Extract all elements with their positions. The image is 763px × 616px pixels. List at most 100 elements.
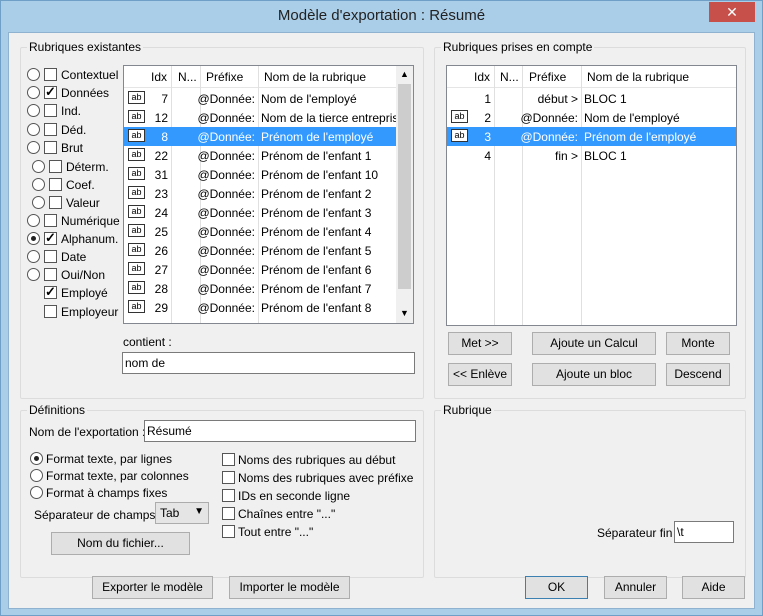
end-separator-input[interactable]: \t [674,521,734,543]
add-block-button[interactable]: Ajoute un bloc [532,363,656,386]
contains-input[interactable]: nom de [122,352,415,374]
selected-fields-list[interactable]: Idx N... Préfixe Nom de la rubrique 1 déb… [446,65,737,326]
option-checkbox[interactable] [222,525,235,538]
text-field-icon: ab [128,262,145,275]
col-idx[interactable]: Idx [474,70,490,84]
filter-radio-d-d[interactable] [27,123,40,136]
filter-label-donn-es: Données [61,86,110,100]
existing-fields-list[interactable]: Idx N... Préfixe Nom de la rubrique ab 7 @… [123,65,414,324]
add-field-button[interactable]: Met >> [448,332,512,355]
export-name-input[interactable]: Résumé [144,420,416,442]
table-row[interactable]: ab 3 @Donnée: Prénom de l'employé [447,127,736,146]
filter-checkbox-coef[interactable] [49,178,62,191]
row-name: Prénom de l'enfant 1 [261,149,372,163]
option-checkbox[interactable] [222,453,235,466]
row-idx: 22 [154,149,168,163]
ok-button[interactable]: OK [525,576,588,599]
col-name[interactable]: Nom de la rubrique [264,70,366,84]
help-button[interactable]: Aide [682,576,745,599]
filter-checkbox-d-term[interactable] [49,160,62,173]
row-prefix: @Donnée: [197,225,255,239]
table-row[interactable]: ab 22 @Donnée: Prénom de l'enfant 1 [124,146,396,165]
text-field-icon: ab [128,300,145,313]
move-up-button[interactable]: Monte [666,332,730,355]
filter-checkbox-num-rique[interactable] [44,214,57,227]
option-checkbox[interactable] [222,489,235,502]
table-row[interactable]: ab 8 @Donnée: Prénom de l'employé [124,127,396,146]
filter-radio-contextuel[interactable] [27,68,40,81]
table-row[interactable]: ab 28 @Donnée: Prénom de l'enfant 7 [124,279,396,298]
format-radio[interactable] [30,469,43,482]
dialog-client: Rubriques existantes Contextuel Données ✓ I… [8,32,755,609]
remove-field-button[interactable]: << Enlève [448,363,512,386]
row-name: BLOC 1 [584,149,627,163]
row-name: Prénom de l'enfant 8 [261,301,372,315]
table-row[interactable]: ab 23 @Donnée: Prénom de l'enfant 2 [124,184,396,203]
col-n[interactable]: N... [500,70,519,84]
existing-list-header: Idx N... Préfixe Nom de la rubrique [124,66,396,88]
filter-checkbox-oui-non[interactable] [44,268,57,281]
row-prefix: @Donnée: [197,92,255,106]
filter-checkbox-d-d[interactable] [44,123,57,136]
format-radio[interactable] [30,486,43,499]
export-template-button[interactable]: Exporter le modèle [92,576,213,599]
scroll-up-icon[interactable]: ▲ [400,69,409,79]
add-calculation-button[interactable]: Ajoute un Calcul [532,332,656,355]
filter-checkbox-contextuel[interactable] [44,68,57,81]
filter-checkbox-date[interactable] [44,250,57,263]
row-name: Prénom de l'enfant 5 [261,244,372,258]
filter-radio-ind[interactable] [27,104,40,117]
option-checkbox[interactable] [222,471,235,484]
row-prefix: @Donnée: [520,130,578,144]
text-field-icon: ab [128,224,145,237]
table-row[interactable]: ab 29 @Donnée: Prénom de l'enfant 8 [124,298,396,317]
import-template-button[interactable]: Importer le modèle [229,576,350,599]
chevron-down-icon: ▼ [194,506,204,517]
table-row[interactable]: ab 26 @Donnée: Prénom de l'enfant 5 [124,241,396,260]
table-row[interactable]: ab 7 @Donnée: Nom de l'employé [124,89,396,108]
field-separator-select[interactable]: Tab ▼ [155,502,209,524]
table-row[interactable]: 1 début > BLOC 1 [447,89,736,108]
row-idx: 1 [484,92,491,106]
filter-checkbox-employeur[interactable] [44,305,57,318]
filter-radio-date[interactable] [27,250,40,263]
table-row[interactable]: ab 25 @Donnée: Prénom de l'enfant 4 [124,222,396,241]
filter-radio-num-rique[interactable] [27,214,40,227]
col-name[interactable]: Nom de la rubrique [587,70,689,84]
table-row[interactable]: 4 fin > BLOC 1 [447,146,736,165]
cancel-button[interactable]: Annuler [604,576,667,599]
title-bar[interactable]: Modèle d'exportation : Résumé ✕ [1,1,762,32]
filter-radio-alphanum[interactable] [27,232,40,245]
col-n[interactable]: N... [178,70,197,84]
table-row[interactable]: ab 24 @Donnée: Prénom de l'enfant 3 [124,203,396,222]
filter-radio-d-term[interactable] [32,160,45,173]
filter-radio-donn-es[interactable] [27,86,40,99]
format-radio[interactable] [30,452,43,465]
filter-radio-coef[interactable] [32,178,45,191]
scroll-thumb[interactable] [398,84,411,289]
filter-checkbox-ind[interactable] [44,104,57,117]
table-row[interactable]: ab 12 @Donnée: Nom de la tierce entreprise [124,108,405,127]
row-prefix: fin > [554,149,578,163]
filter-checkbox-valeur[interactable] [49,196,62,209]
file-name-button[interactable]: Nom du fichier... [51,532,190,555]
col-prefix[interactable]: Préfixe [206,70,243,84]
vertical-scrollbar[interactable]: ▲ ▼ [396,66,413,323]
table-row[interactable]: ab 2 @Donnée: Nom de l'employé [447,108,736,127]
table-row[interactable]: ab 27 @Donnée: Prénom de l'enfant 6 [124,260,396,279]
col-prefix[interactable]: Préfixe [529,70,566,84]
move-down-button[interactable]: Descend [666,363,730,386]
scroll-down-icon[interactable]: ▼ [400,308,409,318]
option-label: Chaînes entre "..." [238,507,336,521]
row-name: Prénom de l'enfant 7 [261,282,372,296]
option-checkbox[interactable] [222,507,235,520]
filter-radio-valeur[interactable] [32,196,45,209]
filter-label-brut: Brut [61,141,84,155]
col-idx[interactable]: Idx [151,70,167,84]
filter-checkbox-brut[interactable] [44,141,57,154]
filter-radio-oui-non[interactable] [27,268,40,281]
close-button[interactable]: ✕ [709,2,755,22]
filter-radio-brut[interactable] [27,141,40,154]
table-row[interactable]: ab 31 @Donnée: Prénom de l'enfant 10 [124,165,396,184]
export-name-label: Nom de l'exportation : [29,425,146,439]
